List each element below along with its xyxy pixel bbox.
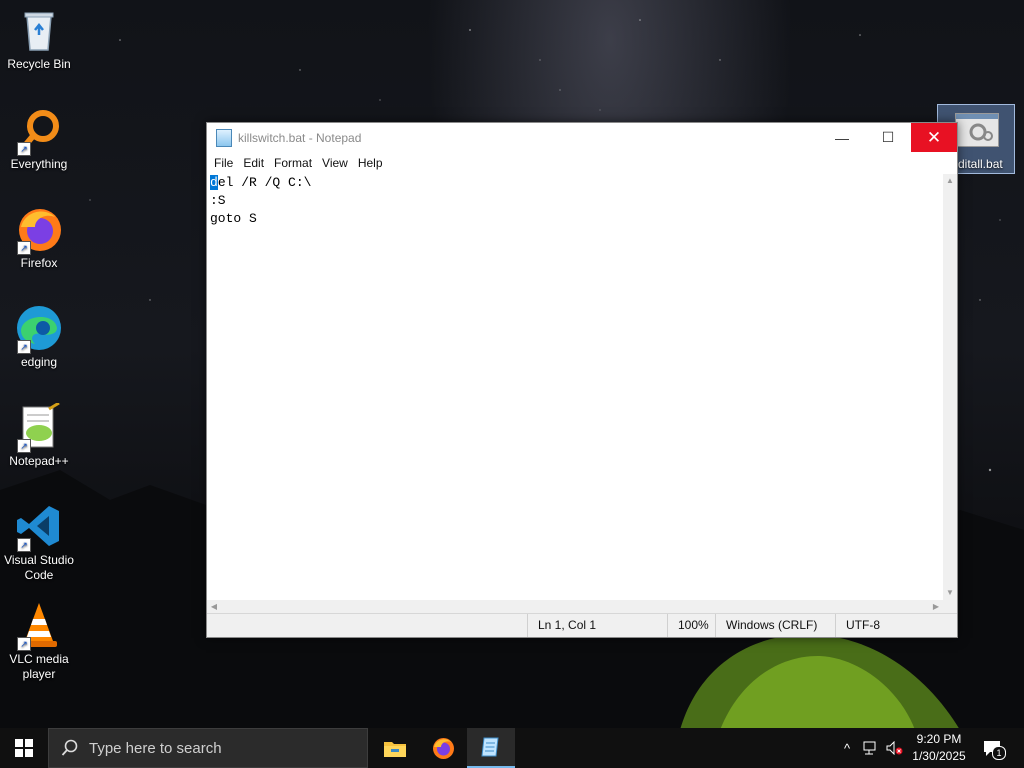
taskbar-notepad[interactable]: [467, 728, 515, 768]
taskbar: Type here to search ^ 9:20 PM 1/30/2025 …: [0, 728, 1024, 768]
shortcut-arrow-icon: ↗: [17, 241, 31, 255]
maximize-button[interactable]: ☐: [865, 123, 911, 152]
shortcut-arrow-icon: ↗: [17, 538, 31, 552]
cursor-position: Ln 1, Col 1: [527, 614, 669, 637]
desktop-icon-vscode[interactable]: ↗ Visual Studio Code: [0, 502, 78, 583]
menu-view[interactable]: View: [317, 156, 353, 170]
show-hidden-icons-button[interactable]: ^: [838, 728, 856, 768]
recycle-bin-icon: [15, 6, 63, 54]
close-button[interactable]: ✕: [911, 123, 957, 152]
vscode-icon: ↗: [15, 502, 63, 552]
search-box[interactable]: Type here to search: [48, 728, 368, 768]
scroll-down-icon[interactable]: ▼: [943, 586, 957, 600]
selected-text: d: [210, 175, 218, 190]
firefox-icon: [433, 738, 454, 759]
desktop-icon-label: Visual Studio Code: [4, 553, 74, 582]
volume-muted-icon: [886, 741, 903, 755]
network-tray[interactable]: [860, 728, 882, 768]
clock-time: 9:20 PM: [916, 732, 962, 746]
file-explorer-icon: [384, 742, 406, 757]
notepad-plus-plus-icon: ↗: [15, 401, 63, 453]
batch-file-icon: [955, 113, 999, 147]
desktop-icon-vlc[interactable]: ↗ VLC media player: [0, 601, 78, 682]
desktop-icon-label: edging: [20, 355, 58, 369]
action-center-button[interactable]: 1: [980, 728, 1006, 768]
firefox-icon: ↗: [15, 205, 63, 255]
desktop-icon-label: Firefox: [20, 256, 58, 270]
desktop-icon-label: ditall.bat: [958, 157, 1003, 171]
shortcut-arrow-icon: ↗: [17, 637, 31, 651]
desktop-icon-firefox[interactable]: ↗ Firefox: [0, 205, 78, 271]
horizontal-scrollbar[interactable]: ◀ ▶: [207, 600, 943, 614]
menu-bar: File Edit Format View Help: [207, 152, 957, 174]
desktop-icon-edging[interactable]: ↗ edging: [0, 304, 78, 370]
notification-badge: 1: [992, 746, 1006, 760]
notepad-icon: [216, 128, 232, 147]
encoding: UTF-8: [835, 614, 955, 637]
edge-browser-icon: ↗: [15, 304, 63, 354]
text-editor[interactable]: del /R /Q C:\ :S goto S: [207, 174, 943, 600]
scroll-right-icon[interactable]: ▶: [929, 600, 943, 614]
status-bar: Ln 1, Col 1 100% Windows (CRLF) UTF-8: [207, 613, 957, 637]
desktop-icon-notepad-plus-plus[interactable]: ↗ Notepad++: [0, 401, 78, 469]
editor-line: del /R /Q C:\: [210, 174, 943, 192]
windows-logo-icon: [15, 739, 33, 757]
shortcut-arrow-icon: ↗: [17, 142, 31, 156]
desktop-icon-everything[interactable]: ↗ Everything: [0, 106, 78, 172]
notepad-window[interactable]: killswitch.bat - Notepad — ☐ ✕ File Edit…: [206, 122, 958, 638]
taskbar-file-explorer[interactable]: [371, 728, 419, 768]
search-placeholder: Type here to search: [89, 739, 222, 757]
clock-date: 1/30/2025: [912, 749, 966, 763]
everything-search-icon: ↗: [15, 106, 63, 156]
window-title: killswitch.bat - Notepad: [238, 130, 362, 145]
desktop-icon-label: Notepad++: [9, 454, 69, 468]
title-bar[interactable]: killswitch.bat - Notepad — ☐ ✕: [207, 123, 957, 152]
menu-edit[interactable]: Edit: [238, 156, 269, 170]
desktop-icon-label: Everything: [10, 157, 68, 171]
desktop-icon-label: VLC media player: [9, 652, 69, 681]
shortcut-arrow-icon: ↗: [17, 340, 31, 354]
desktop-icon-recycle-bin[interactable]: Recycle Bin: [0, 6, 78, 72]
menu-help[interactable]: Help: [353, 156, 388, 170]
menu-format[interactable]: Format: [269, 156, 317, 170]
minimize-button[interactable]: —: [819, 123, 865, 152]
editor-line: :S: [210, 192, 943, 210]
start-button[interactable]: [0, 728, 48, 768]
clock[interactable]: 9:20 PM 1/30/2025: [905, 731, 973, 765]
vertical-scrollbar[interactable]: ▲ ▼: [943, 174, 957, 600]
scroll-left-icon[interactable]: ◀: [207, 600, 221, 614]
line-ending: Windows (CRLF): [715, 614, 835, 637]
scroll-up-icon[interactable]: ▲: [943, 174, 957, 188]
line-text: el /R /Q C:\: [217, 175, 312, 190]
editor-line: goto S: [210, 210, 943, 228]
search-icon: [61, 739, 78, 756]
notepad-icon: [481, 737, 499, 757]
menu-file[interactable]: File: [209, 156, 238, 170]
scrollbar-corner: [943, 600, 957, 614]
desktop-icon-label: Recycle Bin: [7, 57, 71, 71]
line-text: goto S: [210, 211, 257, 226]
zoom-level: 100%: [667, 614, 717, 637]
chevron-up-icon: ^: [843, 740, 851, 756]
line-text: :S: [210, 193, 226, 208]
shortcut-arrow-icon: ↗: [17, 439, 31, 453]
volume-tray[interactable]: [884, 728, 906, 768]
network-icon: [863, 741, 876, 755]
vlc-icon: ↗: [15, 601, 63, 651]
taskbar-firefox[interactable]: [419, 728, 467, 768]
